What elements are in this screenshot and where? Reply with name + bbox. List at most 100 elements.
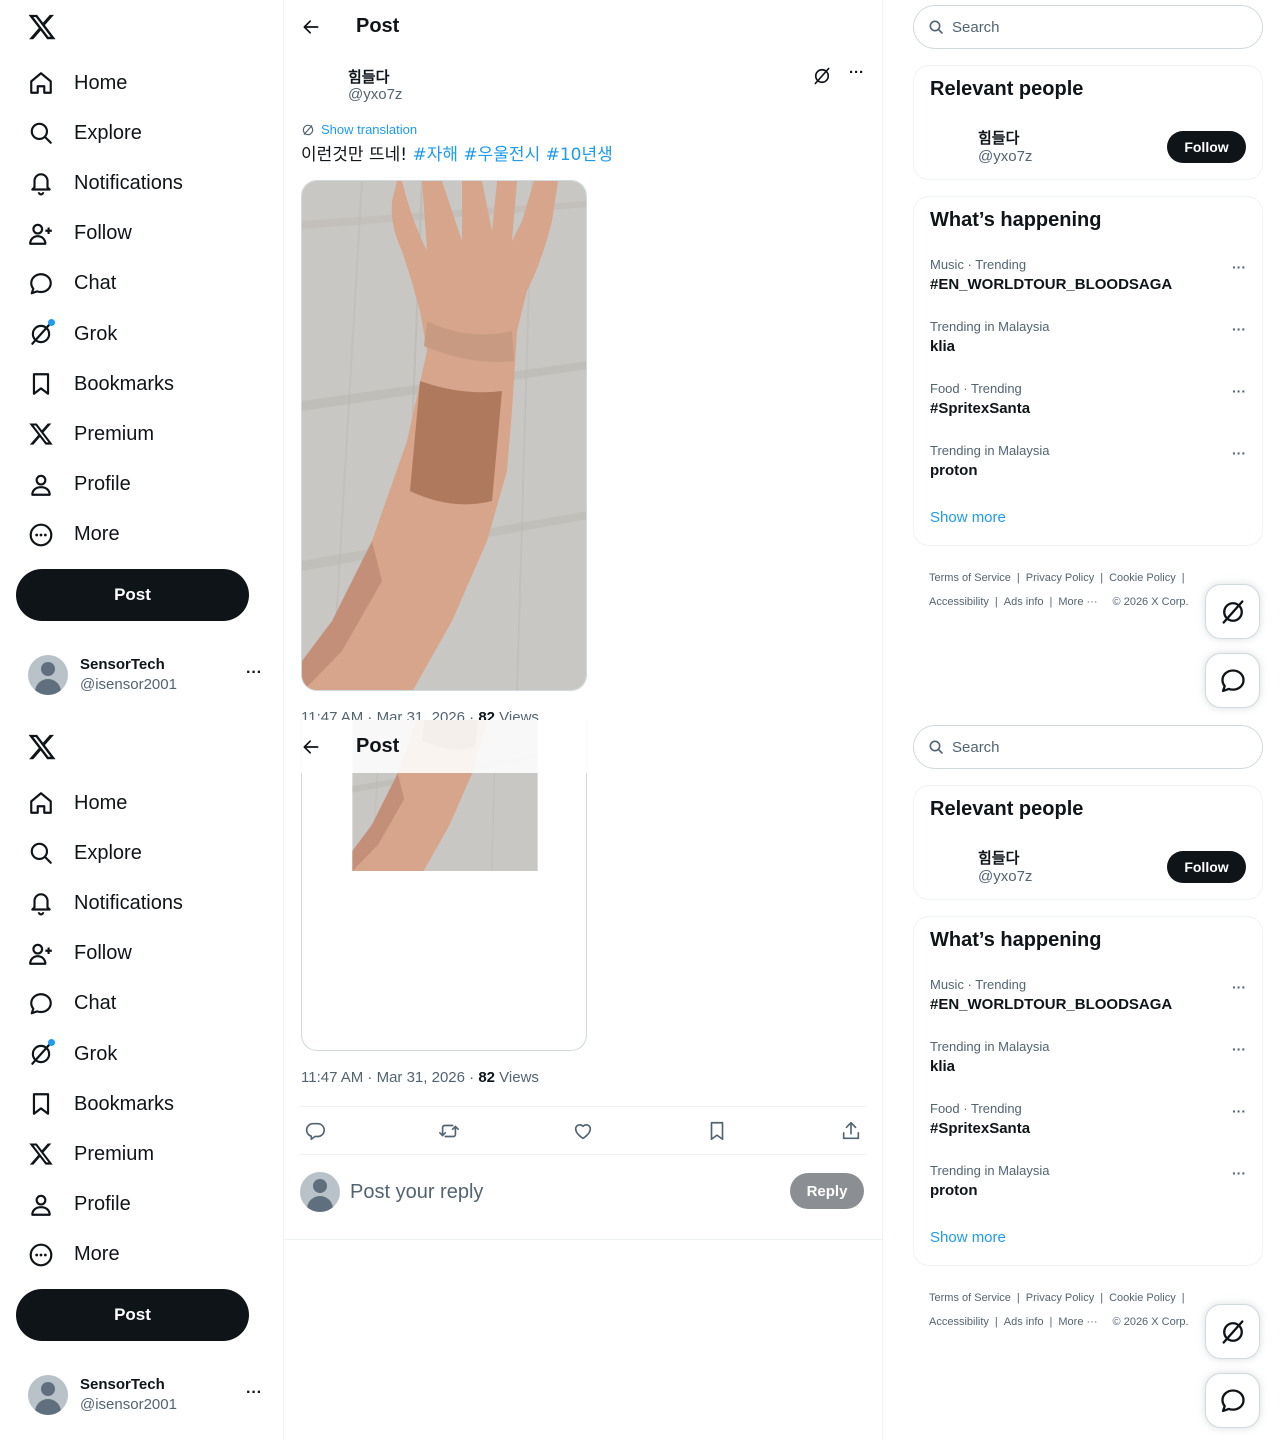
timestamp[interactable]: 11:47 AM · Mar 31, 2026 · [301,1069,478,1086]
hashtag-link[interactable]: #우울전시 [463,145,540,165]
more-dots-icon[interactable]: ··· [1232,445,1246,461]
search-input[interactable] [952,18,1232,36]
more-link[interactable]: More ··· [1058,596,1097,608]
repost-button[interactable] [438,1120,460,1142]
accessibility-link[interactable]: Accessibility [929,596,989,608]
x-logo-icon[interactable] [27,12,57,42]
trend-item[interactable]: Food · Trending #SpritexSanta ··· [914,1101,1262,1163]
avatar[interactable] [300,62,340,102]
terms-link[interactable]: Terms of Service [929,1292,1011,1304]
trend-item[interactable]: Music · Trending #EN_WORLDTOUR_BLOODSAGA… [914,977,1262,1039]
grok-icon[interactable] [812,66,832,86]
search-box[interactable] [913,725,1263,769]
hashtag-link[interactable]: #10년생 [546,145,613,165]
post-image[interactable] [301,180,587,691]
post-button[interactable]: Post [16,569,249,621]
accessibility-link[interactable]: Accessibility [929,1316,989,1328]
nav-item-more[interactable]: More [16,510,266,560]
chat-floating-button[interactable] [1205,1373,1260,1428]
grok-floating-button[interactable] [1205,584,1260,639]
account-switcher[interactable]: SensorTech @isensor2001 ··· [16,1364,266,1426]
person-handle[interactable]: @yxo7z [978,868,1032,885]
trend-item[interactable]: Music · Trending #EN_WORLDTOUR_BLOODSAGA… [914,257,1262,319]
more-dots-icon[interactable]: ··· [1232,321,1246,337]
cookie-link[interactable]: Cookie Policy [1109,1292,1176,1304]
follow-button[interactable]: Follow [1167,131,1246,163]
nav-item-grok[interactable]: Grok [16,309,266,359]
nav-item-home[interactable]: Home [16,58,266,108]
avatar [300,1172,340,1212]
notification-dot [48,319,55,327]
show-more-link[interactable]: Show more [930,509,1006,526]
avatar[interactable] [930,846,970,886]
trend-item[interactable]: Trending in Malaysia klia ··· [914,319,1262,381]
nav-item-notifications[interactable]: Notifications [16,878,266,928]
show-more-link[interactable]: Show more [930,1229,1006,1246]
reply-submit-button[interactable]: Reply [790,1173,864,1209]
reply-input[interactable] [350,1178,770,1206]
nav-item-follow[interactable]: Follow [16,209,266,259]
avatar[interactable] [930,126,970,166]
account-switcher[interactable]: SensorTech @isensor2001 ··· [16,644,266,706]
trend-item[interactable]: Food · Trending #SpritexSanta ··· [914,381,1262,443]
ads-info-link[interactable]: Ads info [1004,596,1044,608]
nav-item-chat[interactable]: Chat [16,979,266,1029]
search-icon [28,840,54,866]
more-dots-icon[interactable]: ··· [1232,1103,1246,1119]
nav-item-premium[interactable]: Premium [16,1129,266,1179]
more-dots-icon[interactable]: ··· [1232,1041,1246,1057]
nav-item-more[interactable]: More [16,1230,266,1280]
privacy-link[interactable]: Privacy Policy [1026,572,1094,584]
x-logo-icon[interactable] [27,732,57,762]
search-input[interactable] [952,738,1232,756]
nav-item-explore[interactable]: Explore [16,828,266,878]
more-dots-icon[interactable]: ··· [1232,979,1246,995]
nav-item-profile[interactable]: Profile [16,1180,266,1230]
reply-button[interactable] [304,1120,326,1142]
more-circle-icon [28,522,54,548]
nav-item-grok[interactable]: Grok [16,1029,266,1079]
nav-item-label: Grok [74,322,118,345]
share-button[interactable] [840,1120,862,1142]
more-link[interactable]: More ··· [1058,1316,1097,1328]
chat-bubble-icon [1219,1387,1247,1415]
author-name[interactable]: 힘들다 [348,66,389,87]
nav-item-home[interactable]: Home [16,778,266,828]
trend-item[interactable]: Trending in Malaysia proton ··· [914,1163,1262,1225]
bell-icon [28,890,54,916]
person-name[interactable]: 힘들다 [978,127,1019,148]
follow-button[interactable]: Follow [1167,851,1246,883]
nav-item-notifications[interactable]: Notifications [16,158,266,208]
nav-item-explore[interactable]: Explore [16,108,266,158]
nav-item-profile[interactable]: Profile [16,460,266,510]
terms-link[interactable]: Terms of Service [929,572,1011,584]
more-dots-icon[interactable]: ··· [1232,1165,1246,1181]
back-button[interactable] [294,10,328,44]
privacy-link[interactable]: Privacy Policy [1026,1292,1094,1304]
person-name[interactable]: 힘들다 [978,847,1019,868]
trend-item[interactable]: Trending in Malaysia proton ··· [914,443,1262,505]
nav-item-bookmarks[interactable]: Bookmarks [16,359,266,409]
back-button[interactable] [294,730,328,764]
chat-floating-button[interactable] [1205,653,1260,708]
more-dots-icon[interactable]: ··· [1232,259,1246,275]
bookmark-button[interactable] [706,1120,728,1142]
more-dots-icon[interactable]: ··· [849,64,864,81]
show-translation-link[interactable]: Show translation [301,122,417,137]
nav-item-chat[interactable]: Chat [16,259,266,309]
more-dots-icon[interactable]: ··· [1232,383,1246,399]
grok-floating-button[interactable] [1205,1304,1260,1359]
nav-item-premium[interactable]: Premium [16,409,266,459]
nav-item-bookmarks[interactable]: Bookmarks [16,1079,266,1129]
person-handle[interactable]: @yxo7z [978,148,1032,165]
timestamp[interactable]: 11:47 AM · Mar 31, 2026 · [301,709,478,720]
ads-info-link[interactable]: Ads info [1004,1316,1044,1328]
post-button[interactable]: Post [16,1289,249,1341]
hashtag-link[interactable]: #자해 [412,145,458,165]
trend-item[interactable]: Trending in Malaysia klia ··· [914,1039,1262,1101]
search-box[interactable] [913,5,1263,49]
cookie-link[interactable]: Cookie Policy [1109,572,1176,584]
like-button[interactable] [572,1120,594,1142]
author-handle[interactable]: @yxo7z [348,86,402,103]
nav-item-follow[interactable]: Follow [16,929,266,979]
